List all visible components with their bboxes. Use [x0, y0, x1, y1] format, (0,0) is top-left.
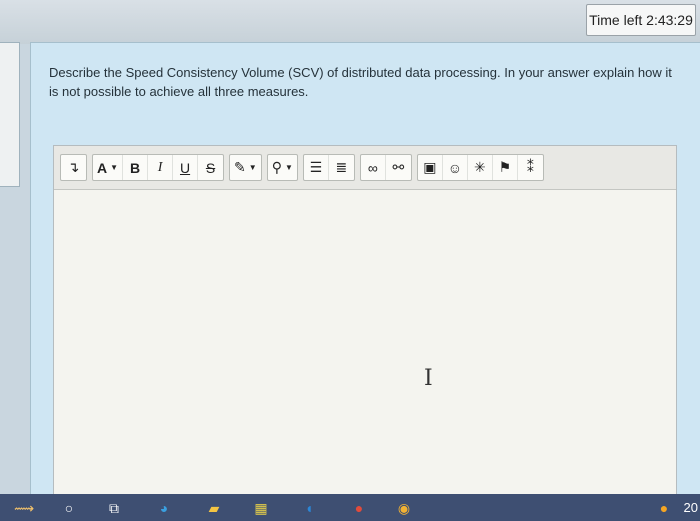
weather-icon: ●	[659, 500, 669, 516]
italic-button[interactable]: I	[148, 155, 174, 180]
toolbar-group-links: ∞ ⚯	[359, 154, 412, 181]
image-icon: ▣	[423, 159, 437, 175]
strikethrough-button[interactable]: S	[198, 155, 223, 180]
emoji-icon: ☺	[447, 159, 463, 176]
highlight-color-button[interactable]: ⚲ ▼	[268, 155, 297, 180]
more-icon: ⁑	[526, 159, 534, 175]
paragraph-style-icon: ↴	[67, 159, 80, 175]
taskbar-clock: 20	[683, 500, 698, 515]
answer-editor: ↴ A ▼ B I U S ✎ ▼ ⚲ ▼ ☰ ≣ ∞ ⚯ ▣ ☺ ✳ ⚑ ⁑ …	[53, 145, 677, 495]
taskbar: ⟿ ○ ⧉ ◕ ▰ ▦ ◖ ● ◉ ● 20	[0, 494, 700, 521]
editor-toolbar: ↴ A ▼ B I U S ✎ ▼ ⚲ ▼ ☰ ≣ ∞ ⚯ ▣ ☺ ✳ ⚑ ⁑	[54, 146, 676, 190]
bold-button[interactable]: B	[123, 155, 149, 180]
asterisk-icon: ✳	[474, 159, 486, 175]
app-icon[interactable]: ●	[350, 499, 368, 517]
store-icon[interactable]: ▦	[252, 499, 270, 517]
chevron-down-icon: ▼	[248, 163, 257, 172]
flag-button[interactable]: ⚑	[493, 155, 518, 180]
numbered-list-icon: ≣	[335, 159, 348, 175]
task-view-icon[interactable]: ⧉	[105, 499, 123, 517]
time-left-badge: Time left 2:43:29	[586, 4, 696, 36]
toolbar-group-lists: ☰ ≣	[302, 154, 355, 181]
answer-text-area[interactable]: I	[54, 190, 676, 494]
time-left-text: Time left 2:43:29	[589, 12, 693, 28]
toolbar-group-paragraph: ↴	[60, 154, 87, 181]
chrome-icon[interactable]: ◉	[395, 499, 413, 517]
emoji-button[interactable]: ☺	[443, 155, 468, 180]
toolbar-group-insert: ▣ ☺ ✳ ⚑ ⁑	[416, 154, 544, 181]
underline-button[interactable]: U	[173, 155, 199, 180]
mail-icon[interactable]: ◖	[300, 499, 318, 517]
widget-icon[interactable]: ⟿	[4, 499, 44, 517]
link-button[interactable]: ∞	[361, 155, 386, 180]
bold-icon: B	[129, 159, 141, 176]
flag-icon: ⚑	[498, 159, 512, 175]
edge-browser-icon[interactable]: ◕	[155, 499, 173, 517]
toolbar-group-highlight: ⚲ ▼	[266, 154, 298, 181]
left-side-panel	[0, 42, 20, 187]
pen-icon: ✎	[234, 159, 246, 175]
strikethrough-icon: S	[205, 159, 216, 176]
link-icon: ∞	[367, 159, 378, 176]
unlink-icon: ⚯	[392, 159, 405, 175]
paragraph-style-button[interactable]: ↴	[61, 155, 86, 180]
highlight-icon: ⚲	[271, 159, 282, 175]
special-char-button[interactable]: ✳	[468, 155, 493, 180]
question-text: Describe the Speed Consistency Volume (S…	[49, 65, 672, 99]
text-color-button[interactable]: ✎ ▼	[230, 155, 261, 180]
question-card: Describe the Speed Consistency Volume (S…	[30, 42, 700, 502]
text-cursor-icon: I	[424, 366, 433, 391]
search-icon[interactable]: ○	[60, 499, 78, 517]
more-button[interactable]: ⁑	[518, 155, 543, 180]
unlink-button[interactable]: ⚯	[386, 155, 411, 180]
bullet-list-button[interactable]: ☰	[304, 155, 329, 180]
bullet-list-icon: ☰	[309, 159, 323, 175]
toolbar-group-text-format: A ▼ B I U S	[92, 154, 225, 181]
toolbar-group-text-color: ✎ ▼	[229, 154, 262, 181]
font-size-button[interactable]: A ▼	[93, 155, 124, 180]
file-explorer-icon[interactable]: ▰	[205, 499, 223, 517]
chevron-down-icon: ▼	[284, 163, 293, 172]
font-size-icon: A	[97, 159, 108, 176]
insert-image-button[interactable]: ▣	[418, 155, 443, 180]
numbered-list-button[interactable]: ≣	[329, 155, 354, 180]
italic-icon: I	[157, 159, 163, 175]
chevron-down-icon: ▼	[110, 163, 119, 172]
underline-icon: U	[179, 159, 191, 176]
